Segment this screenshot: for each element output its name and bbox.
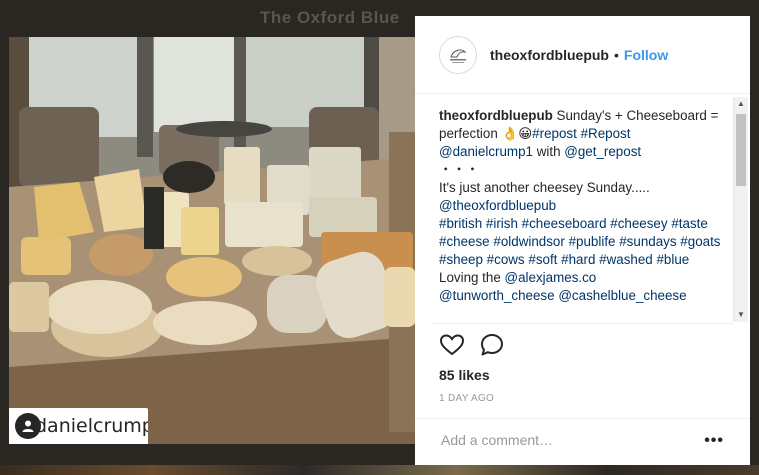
mention-link[interactable]: @alexjames.co [505,270,597,285]
hashtag-link[interactable]: #taste [671,216,707,231]
user-tag[interactable]: danielcrump1 [9,408,148,444]
hashtag-link[interactable]: #sheep [439,252,483,267]
hashtag-link[interactable]: #publife [569,234,616,249]
comment-icon[interactable] [479,332,505,358]
comment-input[interactable] [439,431,693,449]
follow-button[interactable]: Follow [624,47,668,63]
mention-link[interactable]: @theoxfordbluepub [439,198,556,213]
hashtag-link[interactable]: #goats [680,234,720,249]
caption-text: Loving the [439,270,505,285]
hashtag-list: #british #irish #cheeseboard #cheesey #t… [439,216,721,267]
hashtag-link[interactable]: #cheese [439,234,490,249]
hashtag-link[interactable]: #oldwindsor [493,234,564,249]
scroll-up-arrow[interactable]: ▲ [734,97,748,111]
like-count[interactable]: 85 likes [439,367,490,383]
caption-text: It's just another cheesey Sunday..... [439,180,650,195]
more-options-button[interactable]: ••• [704,432,724,450]
hashtag-link[interactable]: #blue [656,252,689,267]
background-thumbnails [0,465,759,475]
post-date[interactable]: 1 DAY AGO [439,393,494,404]
the-oxford-blue-logo-icon [450,48,467,63]
mention-link[interactable]: @tunworth_cheese [439,288,555,303]
post-actions [439,332,505,358]
hashtag-link[interactable]: #irish [486,216,518,231]
hashtag-link[interactable]: #soft [528,252,557,267]
hashtag-link[interactable]: #sundays [619,234,676,249]
hashtag-link[interactable]: #cheeseboard [522,216,607,231]
avatar[interactable] [439,35,477,74]
add-comment-bar: ••• [415,418,750,466]
scrollbar-thumb[interactable] [736,114,746,186]
hashtag-link[interactable]: #washed [599,252,653,267]
background-page-title: The Oxford Blue [260,8,400,27]
cheeseboard-image [9,37,416,444]
caption-text: with [532,144,565,159]
post-header: theoxfordbluepub • Follow [415,16,750,94]
hashtag-link[interactable]: #cheesey [610,216,667,231]
mention-link[interactable]: @get_repost [564,144,641,159]
hashtag-link[interactable]: #hard [561,252,595,267]
heart-icon[interactable] [439,332,465,358]
scroll-down-arrow[interactable]: ▼ [734,308,748,322]
post-photo[interactable]: danielcrump1 [9,37,416,444]
hashtag-link[interactable]: #repost [532,126,577,141]
mention-link[interactable]: @cashelblue_cheese [558,288,686,303]
comments-area[interactable]: theoxfordbluepub Sunday's + Cheeseboard … [415,95,750,323]
caption-emoji: 👌😀 [501,126,533,141]
hashtag-link[interactable]: #british [439,216,482,231]
comments-scrollbar[interactable]: ▲ ▼ [733,97,748,322]
mention-link[interactable]: @danielcrump1 [439,144,533,159]
user-tag-username: danielcrump1 [35,415,148,437]
divider [431,323,734,324]
caption-username[interactable]: theoxfordbluepub [439,108,553,123]
post-detail-panel: theoxfordbluepub • Follow theoxfordbluep… [415,16,750,465]
hashtag-link[interactable]: #cows [487,252,525,267]
caption-dots: ・・・ [439,162,480,177]
separator-dot: • [614,46,619,63]
post-caption: theoxfordbluepub Sunday's + Cheeseboard … [439,107,731,305]
post-username[interactable]: theoxfordbluepub [490,47,609,63]
hashtag-link[interactable]: #Repost [581,126,631,141]
